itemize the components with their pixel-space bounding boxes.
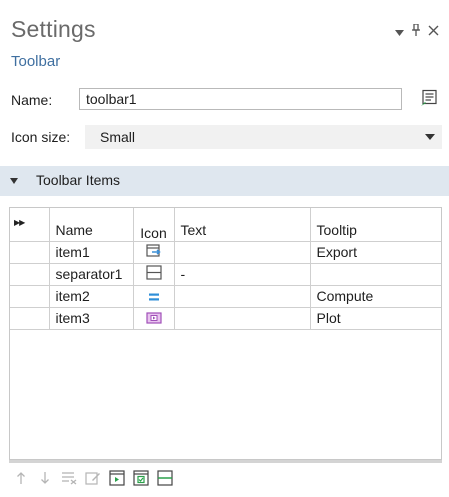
row-selector[interactable]	[10, 285, 50, 308]
cell-name[interactable]: item3	[49, 307, 134, 330]
cell-icon[interactable]	[133, 241, 175, 264]
separator-icon	[145, 265, 162, 283]
cell-tooltip[interactable]: Compute	[310, 285, 441, 308]
row-selector[interactable]	[10, 263, 50, 286]
table-bottom-border	[9, 460, 442, 463]
move-down-icon[interactable]	[36, 469, 54, 487]
edit-text-button[interactable]	[417, 88, 441, 112]
section-label: Toolbar Items	[36, 172, 121, 188]
icon-size-select[interactable]: Small	[85, 125, 442, 149]
plot-icon	[145, 311, 162, 327]
cell-tooltip[interactable]: Export	[310, 241, 441, 264]
pin-icon[interactable]	[412, 23, 420, 39]
table-row[interactable]: separator1 -	[10, 263, 441, 286]
row-selector[interactable]	[10, 241, 50, 264]
dropdown-icon[interactable]	[395, 25, 404, 39]
cell-text[interactable]	[174, 241, 311, 264]
compute-icon	[147, 289, 161, 305]
table-row[interactable]: item2 Compute	[10, 285, 441, 308]
chevron-down-icon	[425, 134, 435, 140]
double-arrow-icon: ▶▶	[14, 218, 25, 227]
close-icon[interactable]	[428, 25, 439, 39]
add-separator-icon[interactable]	[156, 469, 174, 487]
cell-icon[interactable]	[133, 307, 175, 330]
name-label: Name:	[11, 92, 53, 108]
table-row[interactable]: item3 Plot	[10, 307, 441, 330]
toolbar-items-table: ▶▶ Name Icon Text Tooltip item1 Export s…	[9, 207, 442, 460]
column-header-name[interactable]: Name	[49, 208, 134, 242]
cell-icon[interactable]	[133, 263, 175, 286]
panel-subtitle: Toolbar	[11, 53, 61, 70]
section-toolbar-items[interactable]: Toolbar Items	[0, 166, 449, 196]
cell-name[interactable]: item1	[49, 241, 134, 264]
add-item-icon[interactable]	[108, 469, 126, 487]
column-header-tooltip[interactable]: Tooltip	[310, 208, 441, 242]
cell-text[interactable]	[174, 307, 311, 330]
table-header-row: ▶▶ Name Icon Text Tooltip	[10, 208, 441, 242]
export-icon	[145, 244, 162, 261]
icon-size-label: Icon size:	[11, 129, 71, 145]
edit-icon[interactable]	[84, 469, 102, 487]
collapse-arrow-icon[interactable]	[10, 178, 18, 184]
column-header-icon[interactable]: Icon	[133, 208, 175, 242]
cell-name[interactable]: separator1	[49, 263, 134, 286]
name-field[interactable]: toolbar1	[79, 88, 402, 110]
cell-tooltip[interactable]: Plot	[310, 307, 441, 330]
cell-icon[interactable]	[133, 285, 175, 308]
row-selector[interactable]	[10, 307, 50, 330]
window-controls	[395, 23, 439, 39]
table-toolbar	[12, 465, 174, 491]
move-up-icon[interactable]	[12, 469, 30, 487]
column-header-text[interactable]: Text	[174, 208, 311, 242]
cell-text[interactable]	[174, 285, 311, 308]
edit-text-icon	[420, 89, 438, 112]
add-checkbox-item-icon[interactable]	[132, 469, 150, 487]
icon-size-value: Small	[100, 129, 136, 145]
delete-list-icon[interactable]	[60, 469, 78, 487]
cell-tooltip[interactable]	[310, 263, 441, 286]
panel-title: Settings	[11, 16, 96, 42]
select-all-cell[interactable]: ▶▶	[10, 208, 50, 242]
table-row[interactable]: item1 Export	[10, 241, 441, 264]
cell-text[interactable]: -	[174, 263, 311, 286]
cell-name[interactable]: item2	[49, 285, 134, 308]
